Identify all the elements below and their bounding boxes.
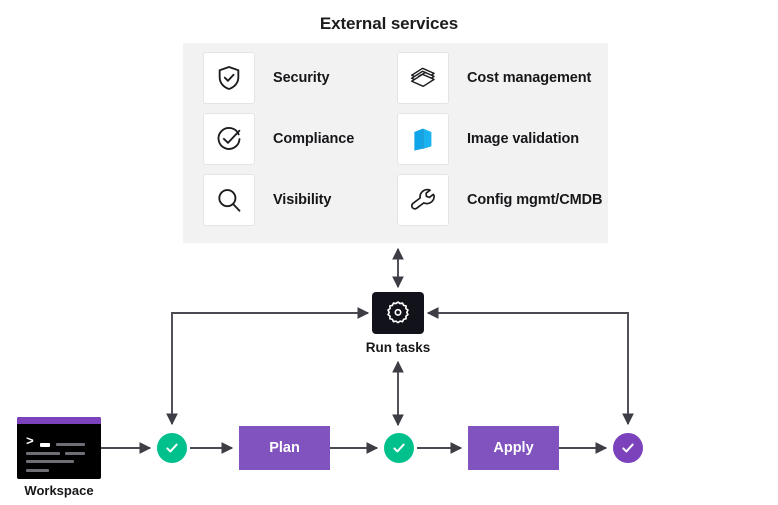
circle-check-icon-tile (203, 113, 255, 165)
gate-post-plan[interactable] (384, 433, 414, 463)
magnifier-icon (218, 189, 241, 212)
service-label-compliance: Compliance (273, 131, 355, 147)
service-item-image-validation[interactable]: Image validation (397, 113, 579, 165)
terminal-prompt-glyph: > (26, 434, 34, 449)
wrench-icon (410, 188, 435, 210)
workspace-label: Workspace (24, 483, 94, 498)
service-item-visibility[interactable]: Visibility (203, 174, 331, 226)
workspace-node[interactable]: > (17, 417, 101, 479)
terminal-icon: > (17, 424, 101, 479)
gate-pre-plan[interactable] (157, 433, 187, 463)
wrench-icon-tile (397, 174, 449, 226)
service-item-security[interactable]: Security (203, 52, 330, 104)
terminal-titlebar (17, 417, 101, 424)
stage-apply-label: Apply (493, 440, 534, 456)
gate-post-apply[interactable] (613, 433, 643, 463)
run-tasks-node[interactable] (372, 292, 424, 334)
circle-check-icon (217, 127, 241, 150)
service-label-cost-management: Cost management (467, 70, 592, 86)
stage-apply[interactable]: Apply (468, 426, 559, 470)
check-icon (166, 443, 178, 453)
service-label-image-validation: Image validation (467, 131, 580, 147)
terminal-code-line (26, 469, 49, 472)
check-icon (393, 443, 405, 453)
cash-stack-icon (410, 67, 435, 88)
external-services-title: External services (319, 14, 459, 33)
terminal-code-line (26, 452, 60, 455)
gear-icon (387, 301, 409, 324)
cash-stack-icon-tile (397, 52, 449, 104)
service-item-compliance[interactable]: Compliance (203, 113, 354, 165)
packer-book-icon-tile (397, 113, 449, 165)
external-services-panel: Security Cost management Compliance Imag… (183, 43, 608, 243)
edge-runtasks-gate3 (428, 312, 634, 426)
terminal-code-line (65, 452, 85, 455)
service-item-cost-management[interactable]: Cost management (397, 52, 591, 104)
stage-plan[interactable]: Plan (239, 426, 330, 470)
diagram-canvas: run tasks (bidirectional) --> middle gat… (0, 0, 778, 505)
magnifier-icon-tile (203, 174, 255, 226)
check-icon (622, 443, 634, 453)
service-label-security: Security (273, 70, 330, 86)
terminal-cursor (40, 443, 50, 447)
edge-runtasks-gate1 (166, 312, 368, 426)
terminal-code-line (56, 443, 85, 446)
terminal-code-line (26, 460, 74, 463)
service-label-visibility: Visibility (273, 192, 332, 208)
service-item-config-mgmt[interactable]: Config mgmt/CMDB (397, 174, 602, 226)
shield-check-icon (218, 66, 240, 90)
service-label-config-mgmt: Config mgmt/CMDB (467, 192, 603, 208)
stage-plan-label: Plan (269, 440, 300, 456)
shield-check-icon-tile (203, 52, 255, 104)
packer-book-icon (414, 128, 432, 151)
run-tasks-label: Run tasks (365, 340, 431, 355)
